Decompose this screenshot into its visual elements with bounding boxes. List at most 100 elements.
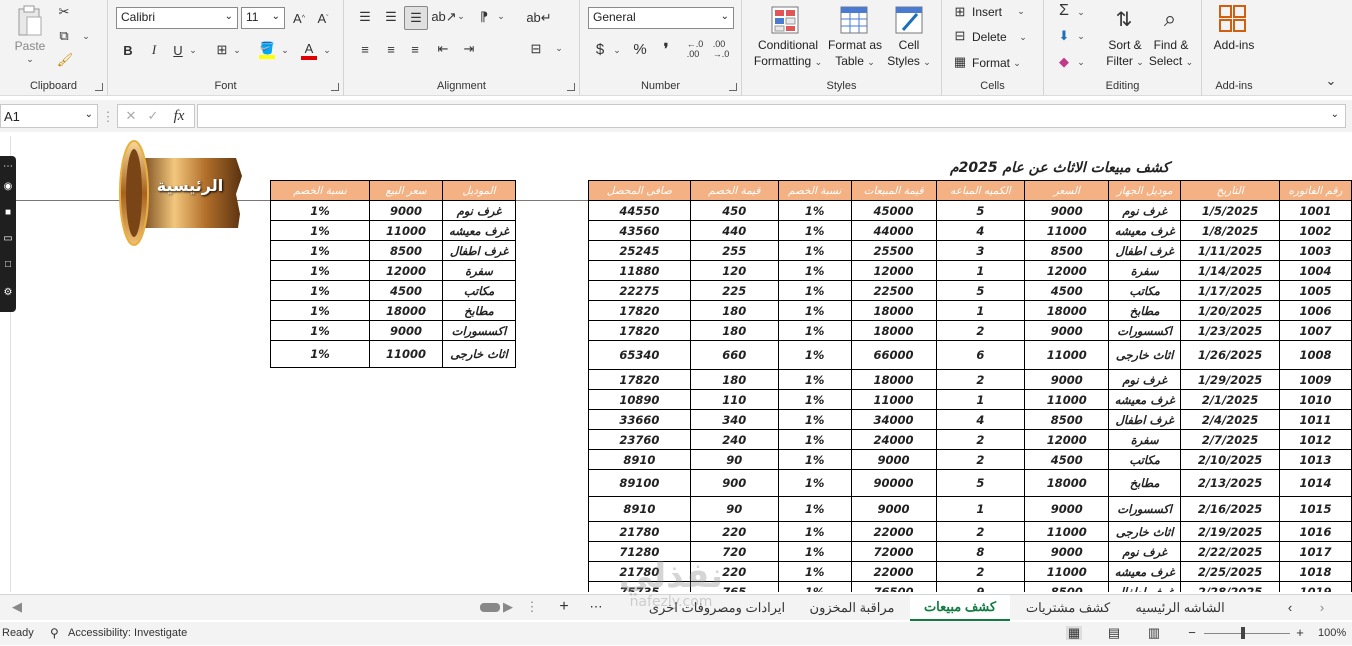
decrease-indent-icon[interactable]: ⇤ bbox=[434, 40, 452, 58]
sales-cell[interactable]: 1/29/2025 bbox=[1180, 369, 1280, 390]
sales-cell[interactable]: 11880 bbox=[588, 260, 691, 281]
next-sheet-icon[interactable]: › bbox=[1316, 600, 1328, 615]
sales-cell[interactable]: 11000 bbox=[1024, 389, 1110, 410]
clear-dropdown-icon[interactable]: ⌄ bbox=[1076, 56, 1086, 68]
tab-inventory[interactable]: مراقبة المخزون bbox=[800, 595, 904, 621]
sales-cell[interactable]: 1% bbox=[777, 369, 852, 390]
format-button[interactable]: Format bbox=[972, 55, 1016, 71]
sales-cell[interactable]: مكاتب bbox=[1108, 280, 1182, 301]
sales-cell[interactable]: 2 bbox=[935, 429, 1026, 450]
sales-cell[interactable]: 2/10/2025 bbox=[1180, 449, 1280, 470]
sales-cell[interactable]: 1% bbox=[777, 449, 852, 470]
sales-cell[interactable]: غرف اطفال bbox=[1108, 240, 1182, 261]
normal-view-icon[interactable]: ▦ bbox=[1066, 625, 1082, 640]
sales-cell[interactable]: 72000 bbox=[850, 541, 937, 562]
autosum-icon[interactable]: Σ bbox=[1056, 2, 1072, 20]
sales-cell[interactable]: اكسسورات bbox=[1108, 320, 1182, 341]
sales-cell[interactable]: 1/26/2025 bbox=[1180, 340, 1280, 370]
price-cell[interactable]: 4500 bbox=[369, 280, 443, 301]
sales-cell[interactable]: 9000 bbox=[850, 449, 937, 470]
sales-header-cell[interactable]: قيمة المبيعات bbox=[850, 180, 937, 201]
sort-filter-label-2[interactable]: Filter bbox=[1106, 54, 1133, 68]
orientation-dropdown-icon[interactable]: ⌄ bbox=[456, 10, 466, 22]
sales-cell[interactable]: 120 bbox=[689, 260, 779, 281]
sales-cell[interactable]: 1 bbox=[935, 300, 1026, 321]
sales-cell[interactable]: 9000 bbox=[1024, 320, 1110, 341]
fill-dropdown-icon[interactable]: ⌄ bbox=[280, 44, 290, 56]
cancel-icon[interactable]: ✕ bbox=[124, 108, 138, 124]
settings-icon[interactable]: ⚙ bbox=[2, 286, 14, 298]
font-launcher-icon[interactable] bbox=[331, 83, 339, 91]
sales-cell[interactable]: 3 bbox=[935, 240, 1026, 261]
sales-cell[interactable]: 220 bbox=[689, 521, 779, 542]
sales-cell[interactable]: 1011 bbox=[1279, 409, 1352, 430]
sales-cell[interactable]: 11000 bbox=[1024, 220, 1110, 241]
text-direction-dropdown-icon[interactable]: ⌄ bbox=[496, 10, 506, 22]
sales-cell[interactable]: 1019 bbox=[1279, 581, 1352, 592]
paste-dropdown-icon[interactable]: ⌄ bbox=[24, 54, 36, 64]
sales-cell[interactable]: 8500 bbox=[1024, 240, 1110, 261]
sales-cell[interactable]: سفرة bbox=[1108, 429, 1182, 450]
price-cell[interactable]: غرف اطفال bbox=[442, 240, 516, 261]
sales-cell[interactable]: 2/22/2025 bbox=[1180, 541, 1280, 562]
sales-cell[interactable]: 76500 bbox=[850, 581, 937, 592]
sales-cell[interactable]: 1010 bbox=[1279, 389, 1352, 410]
sales-header-cell[interactable]: التاريخ bbox=[1180, 180, 1280, 201]
sales-cell[interactable]: 1007 bbox=[1279, 320, 1352, 341]
zoom-thumb[interactable] bbox=[1241, 627, 1245, 639]
sales-cell[interactable]: غرف نوم bbox=[1108, 369, 1182, 390]
percent-icon[interactable]: % bbox=[630, 40, 650, 58]
sales-cell[interactable]: 1 bbox=[935, 389, 1026, 410]
sales-cell[interactable]: 1% bbox=[777, 300, 852, 321]
sales-header-cell[interactable]: موديل الجهاز bbox=[1108, 180, 1182, 201]
decrease-decimal-icon[interactable]: .00 →.0 bbox=[710, 39, 732, 59]
page-break-icon[interactable]: ▥ bbox=[1146, 625, 1162, 640]
merge-dropdown-icon[interactable]: ⌄ bbox=[554, 42, 564, 54]
sales-cell[interactable]: 22000 bbox=[850, 561, 937, 582]
sales-cell[interactable]: 43560 bbox=[588, 220, 691, 241]
sales-cell[interactable]: 1% bbox=[777, 389, 852, 410]
sales-cell[interactable]: 11000 bbox=[850, 389, 937, 410]
increase-decimal-icon[interactable]: ←.0.00 bbox=[684, 39, 706, 59]
sales-cell[interactable]: 660 bbox=[689, 340, 779, 370]
sales-cell[interactable]: 44550 bbox=[588, 200, 691, 221]
price-cell[interactable]: 1% bbox=[270, 300, 370, 321]
sales-cell[interactable]: 2/7/2025 bbox=[1180, 429, 1280, 450]
insert-dropdown-icon[interactable]: ⌄ bbox=[1016, 4, 1026, 18]
expand-formula-icon[interactable]: ⌄ bbox=[1331, 109, 1339, 120]
alignment-launcher-icon[interactable] bbox=[567, 83, 575, 91]
accessibility-icon[interactable]: ⚲ bbox=[50, 626, 59, 640]
underline-dropdown-icon[interactable]: ⌄ bbox=[188, 44, 198, 56]
cell-styles-icon[interactable] bbox=[894, 5, 924, 35]
font-name-combo[interactable]: Calibri ⌄ bbox=[116, 7, 238, 29]
price-cell[interactable]: 1% bbox=[270, 340, 370, 368]
sales-cell[interactable]: 1% bbox=[777, 260, 852, 281]
sales-cell[interactable]: 8910 bbox=[588, 449, 691, 470]
sales-cell[interactable]: 1002 bbox=[1279, 220, 1352, 241]
sales-cell[interactable]: 2/25/2025 bbox=[1180, 561, 1280, 582]
sales-cell[interactable]: 1% bbox=[777, 340, 852, 370]
sales-cell[interactable]: 22275 bbox=[588, 280, 691, 301]
sales-cell[interactable]: 2/4/2025 bbox=[1180, 409, 1280, 430]
sales-cell[interactable]: 240 bbox=[689, 429, 779, 450]
sales-cell[interactable]: 25500 bbox=[850, 240, 937, 261]
price-cell[interactable]: 12000 bbox=[369, 260, 443, 281]
increase-indent-icon[interactable]: ⇥ bbox=[460, 40, 478, 58]
cut-icon[interactable]: ✂ bbox=[56, 4, 72, 20]
horizontal-scrollbar[interactable] bbox=[480, 603, 500, 612]
window-icon[interactable]: □ bbox=[2, 258, 14, 270]
align-left-icon[interactable]: ≡ bbox=[356, 40, 374, 58]
format-painter-icon[interactable]: 🖌 bbox=[56, 52, 74, 68]
autosum-dropdown-icon[interactable]: ⌄ bbox=[1076, 6, 1086, 18]
sales-cell[interactable]: 1016 bbox=[1279, 521, 1352, 542]
sales-cell[interactable]: 1018 bbox=[1279, 561, 1352, 582]
zoom-level[interactable]: 100% bbox=[1318, 627, 1346, 639]
addins-button[interactable]: Add-ins bbox=[1208, 37, 1260, 53]
chat-icon[interactable]: ▭ bbox=[2, 232, 14, 244]
font-color-icon[interactable]: A bbox=[300, 40, 318, 60]
accessibility-status[interactable]: Accessibility: Investigate bbox=[68, 627, 187, 639]
sales-header-cell[interactable]: رقم الفاتوره bbox=[1279, 180, 1352, 201]
more-options-icon[interactable]: ⋮ bbox=[102, 109, 115, 124]
price-header-cell[interactable]: نسبة الخصم bbox=[270, 180, 370, 201]
cell-styles-label-1[interactable]: Cell bbox=[884, 37, 934, 53]
